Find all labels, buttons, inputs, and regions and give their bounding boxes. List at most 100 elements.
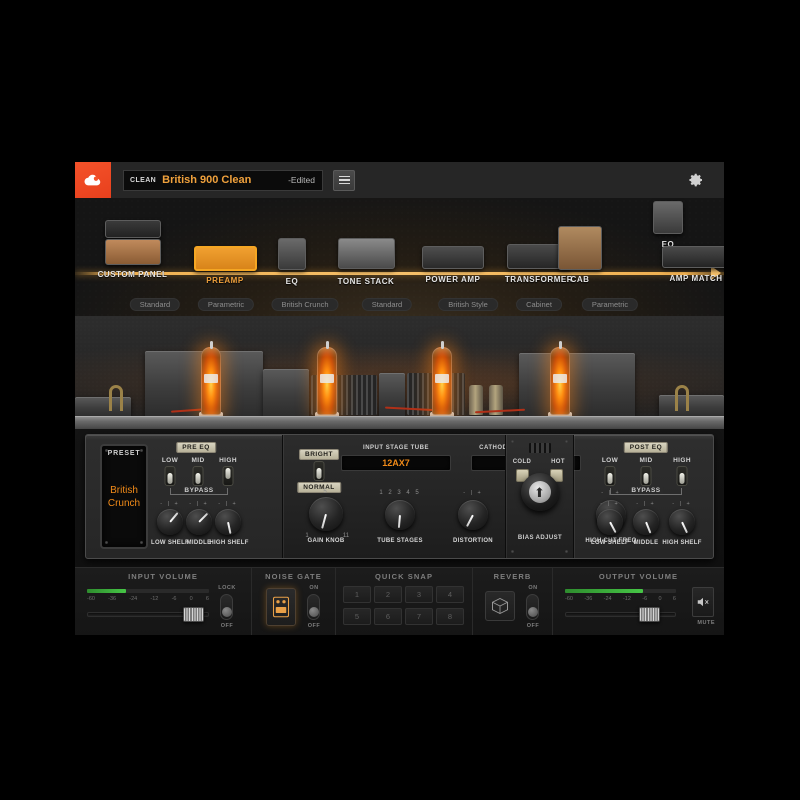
chain-node-label: TONE STACK [337,277,395,286]
input-lock-switch[interactable] [220,594,233,620]
post-eq-middle-knob[interactable] [633,509,659,535]
gain-knob[interactable] [309,497,343,531]
noise-gate-title: NOISE GATE [265,572,322,581]
scale-tick: -36 [584,596,593,602]
input-stage-tube-value[interactable]: 12AX7 [341,455,451,471]
noise-gate-switch[interactable] [307,594,320,620]
chain-node-amp-match[interactable]: AMP MATCH [631,246,724,283]
preset-display[interactable]: CLEAN British 900 Clean -Edited [123,169,323,191]
up-arrow-icon: ⬆ [528,481,551,503]
scale-tick: -12 [622,596,631,602]
scale-tick: -60 [87,596,95,602]
tube-stages-knob[interactable] [385,500,415,530]
input-lock-off-label: OFF [220,623,234,629]
vacuum-tube[interactable] [201,341,221,415]
quick-snap-button[interactable]: 5 [343,608,371,625]
output-level-meter [565,589,676,593]
quick-snap-section: QUICK SNAP 1 2 3 4 5 6 7 8 [335,568,472,635]
gain-knob-mid-tick: 5 [323,489,327,495]
distortion-label: DISTORTION [453,538,493,544]
post-eq-mid-toggle[interactable] [640,466,652,486]
pre-eq-low-shelf-knob[interactable] [157,509,183,535]
post-eq-mid-label: MID [639,457,653,464]
chain-pill[interactable]: Standard [129,298,181,311]
bias-hot-label: HOT [551,459,565,465]
quick-snap-button[interactable]: 1 [343,586,371,603]
list-menu-icon[interactable] [333,169,355,191]
input-stage-tube-caption: INPUT STAGE TUBE [363,445,429,451]
post-eq-high-label: HIGH [673,457,691,464]
scale-tick: -24 [129,596,138,602]
cloud-logo-icon[interactable] [75,162,111,198]
vacuum-tube[interactable] [432,341,452,415]
chain-pill[interactable]: Parametric [581,298,639,311]
post-eq-badge: POST EQ [623,442,669,453]
pre-eq-middle-knob[interactable] [186,509,212,535]
distortion-ticks: - | + [463,490,483,496]
pre-eq-low-toggle[interactable] [164,466,176,486]
input-lock-label: LOCK [218,585,236,591]
stompbox-icon[interactable] [266,588,296,626]
pre-eq-high-shelf-knob[interactable] [215,509,241,535]
chain-pill[interactable]: Cabinet [516,298,562,311]
chain-node-eq-2[interactable]: EQ [643,201,693,249]
quick-snap-button[interactable]: 2 [374,586,402,603]
post-eq-section: POST EQ LOW MID HIGH BYPASS - | + - | + … [573,435,713,558]
chain-pill[interactable]: British Style [438,298,498,311]
pre-eq-bypass-label: BYPASS [181,487,217,494]
input-volume-title: INPUT VOLUME [128,572,198,581]
speaker-mute-icon[interactable] [692,587,714,617]
chain-node-label: POWER AMP [425,275,481,284]
pre-eq-high-shelf-label: HIGH SHELF [209,540,249,546]
post-eq-high-toggle[interactable] [676,466,688,486]
tube-stages-label: TUBE STAGES [377,538,423,544]
chassis-rail [75,416,724,429]
scale-tick: 6 [672,596,676,602]
post-eq-middle-label: MIDDLE [633,540,659,546]
input-level-meter [87,589,209,593]
bottom-toolbar: INPUT VOLUME -60 -36 -24 -12 -6 0 6 LOCK… [75,567,724,635]
pre-eq-mid-ticks: - | + [189,501,209,507]
control-panel: PRESET British Crunch PRE EQ LOW MID HIG… [85,434,714,559]
chassis-block [379,373,405,417]
post-eq-mid-ticks: - | + [636,501,656,507]
pre-eq-high-label: HIGH [219,457,237,464]
vacuum-tube[interactable] [317,341,337,415]
chain-node-custom-panel[interactable]: CUSTOM PANEL [85,220,180,279]
quick-snap-button[interactable]: 7 [405,608,433,625]
gear-icon[interactable] [688,172,704,188]
chain-pill[interactable]: British Crunch [271,298,339,311]
bias-adjust-knob[interactable]: ⬆ [520,473,559,511]
scale-tick: -60 [565,596,573,602]
scale-tick: -12 [150,596,159,602]
bias-vent [528,443,551,453]
chain-node-tone-stack[interactable]: TONE STACK [325,238,407,286]
quick-snap-button[interactable]: 8 [436,608,464,625]
cube-icon[interactable] [485,591,515,621]
input-volume-scale: -60 -36 -24 -12 -6 0 6 [87,596,209,602]
preset-screen[interactable]: PRESET British Crunch [100,444,148,549]
chain-pill[interactable]: Parametric [197,298,255,311]
post-eq-low-shelf-knob[interactable] [597,509,623,535]
distortion-knob[interactable] [458,500,488,530]
post-eq-low-toggle[interactable] [604,466,616,486]
input-volume-thumb[interactable] [183,607,204,622]
output-volume-thumb[interactable] [639,607,660,622]
reverb-switch[interactable] [526,594,539,620]
quick-snap-button[interactable]: 3 [405,586,433,603]
quick-snap-button[interactable]: 6 [374,608,402,625]
post-eq-low-shelf-label: LOW SHELF [590,540,630,546]
preset-category: CLEAN [130,176,157,184]
quick-snap-button[interactable]: 4 [436,586,464,603]
bright-normal-toggle[interactable] [313,461,325,481]
vacuum-tube[interactable] [550,341,570,415]
chain-node-eq-1[interactable]: EQ [267,238,317,286]
pre-eq-high-toggle[interactable] [222,466,234,486]
signal-chain: CUSTOM PANEL PREAMP EQ TONE STACK POWER … [75,198,724,316]
chain-pill[interactable]: Standard [361,298,413,311]
chain-node-power-amp[interactable]: POWER AMP [415,246,491,284]
tube-stages-ticks: 1 2 3 4 5 [379,490,421,496]
chain-node-preamp[interactable]: PREAMP [190,246,260,285]
post-eq-high-shelf-knob[interactable] [669,509,695,535]
pre-eq-mid-toggle[interactable] [192,466,204,486]
